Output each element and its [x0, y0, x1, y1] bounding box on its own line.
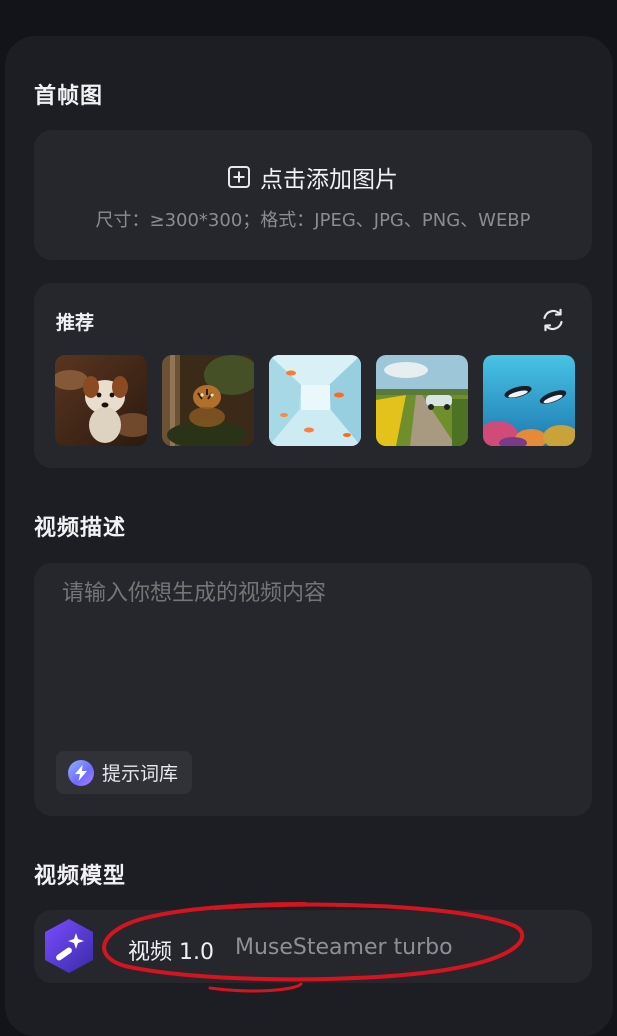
description-card: 提示词库: [34, 563, 592, 816]
recommend-card: 推荐: [34, 283, 592, 468]
video-description-title: 视频描述: [34, 516, 127, 541]
prompt-library-label: 提示词库: [102, 763, 179, 785]
plus-square-icon: [228, 166, 250, 188]
add-image-button[interactable]: 点击添加图片: [34, 160, 592, 194]
model-selector[interactable]: 视频 1.0 MuseSteamer turbo: [34, 910, 592, 983]
upload-hint: 尺寸：≥300*300；格式：JPEG、JPG、PNG、WEBP: [95, 210, 531, 231]
prompt-library-button[interactable]: 提示词库: [56, 751, 193, 794]
first-frame-title: 首帧图: [34, 84, 104, 109]
model-logo-icon: [45, 919, 93, 973]
thumbnail-tiger-cub[interactable]: [162, 355, 254, 446]
model-engine: MuseSteamer turbo: [235, 935, 453, 960]
video-description-input[interactable]: [62, 581, 572, 606]
thumbnail-country-road-car[interactable]: [376, 355, 468, 446]
recommend-title: 推荐: [56, 312, 95, 334]
thumbnail-dog[interactable]: [55, 355, 147, 446]
video-model-title: 视频模型: [34, 864, 127, 889]
lightning-icon: [68, 759, 94, 786]
refresh-icon[interactable]: [540, 307, 566, 333]
thumbnail-underwater-penguins[interactable]: [483, 355, 575, 446]
thumbnail-goldfish-corridor[interactable]: [269, 355, 361, 446]
add-image-label: 点击添加图片: [260, 167, 398, 193]
model-name: 视频 1.0: [128, 940, 214, 965]
recommend-thumbnails: [55, 355, 575, 446]
upload-card[interactable]: 点击添加图片 尺寸：≥300*300；格式：JPEG、JPG、PNG、WEBP: [34, 130, 592, 260]
